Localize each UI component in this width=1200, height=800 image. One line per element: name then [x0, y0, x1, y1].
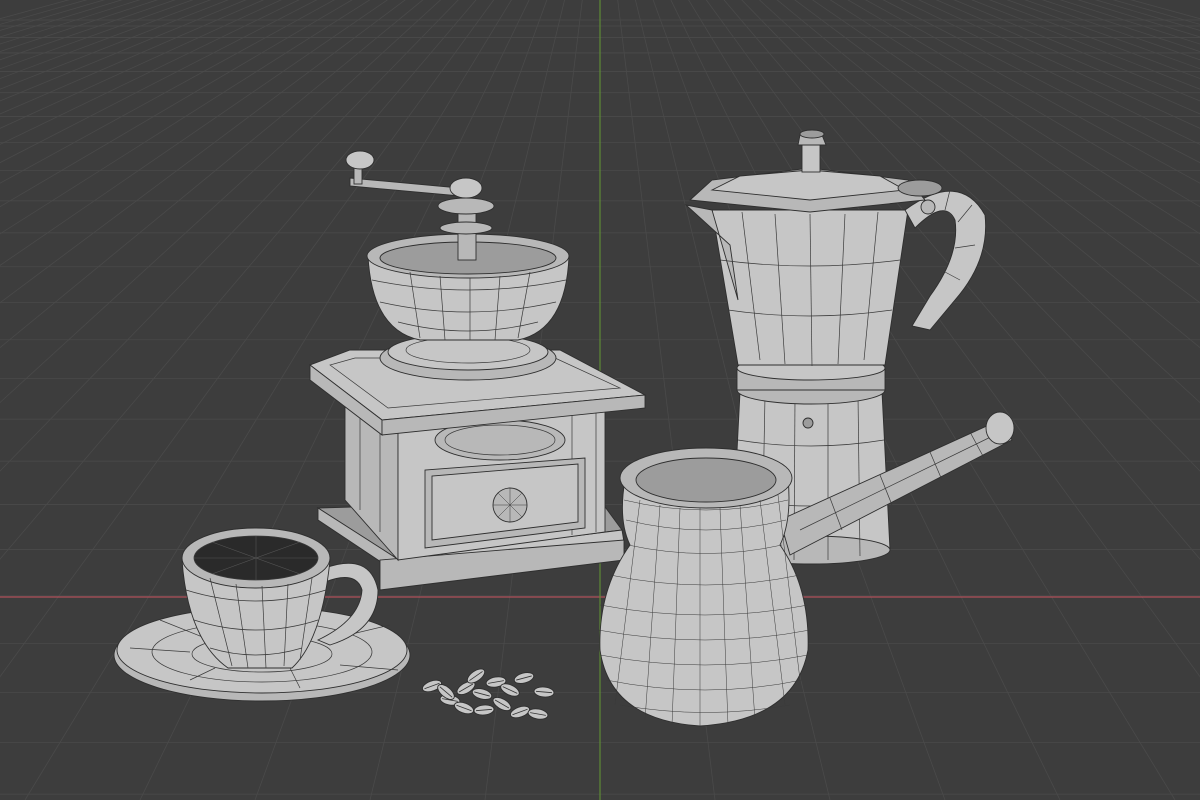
3d-viewport[interactable] [0, 0, 1200, 800]
